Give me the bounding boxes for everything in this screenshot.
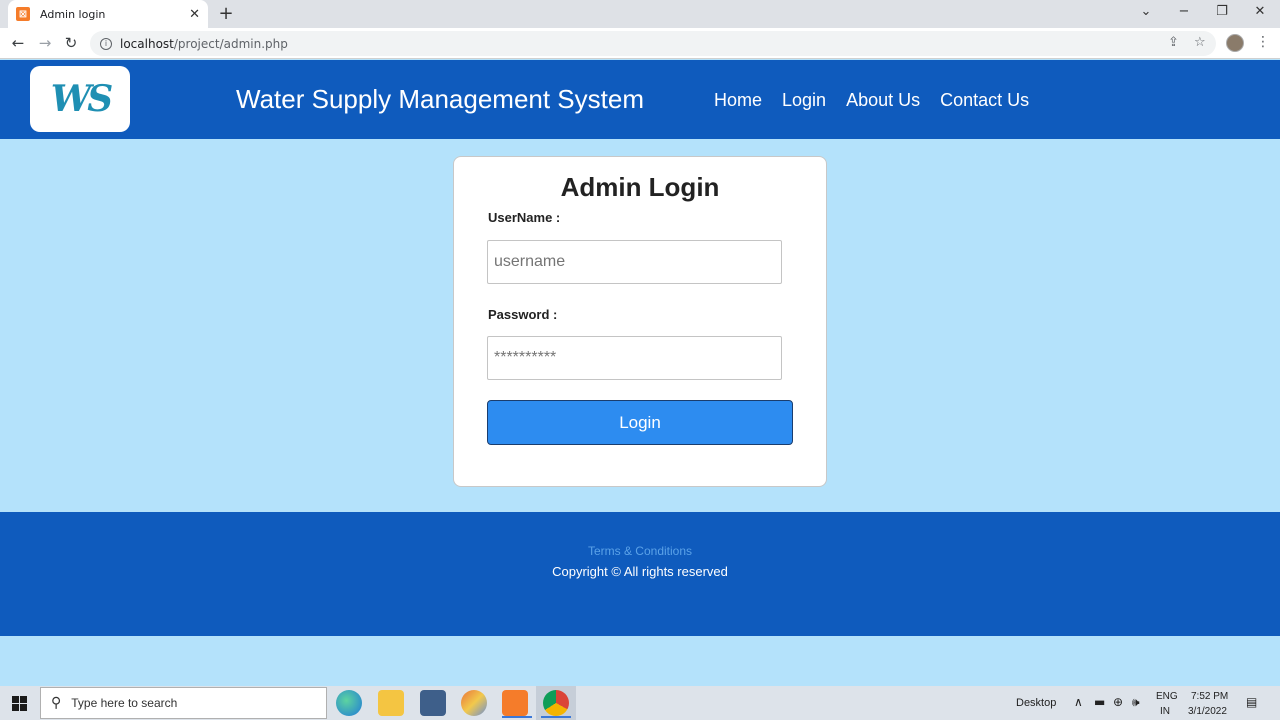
bookmark-star-icon[interactable]: ☆ xyxy=(1194,35,1206,50)
file-explorer-icon[interactable] xyxy=(378,690,404,716)
nav-home[interactable]: Home xyxy=(714,90,762,111)
xampp-app-icon[interactable] xyxy=(502,690,528,716)
nav-contact-us[interactable]: Contact Us xyxy=(940,90,1029,111)
password-input[interactable] xyxy=(487,336,782,380)
windows-taskbar: ⚲ Type here to search xyxy=(0,686,1280,720)
forward-arrow-icon[interactable]: → xyxy=(35,34,55,52)
chrome-app-icon[interactable] xyxy=(543,690,569,716)
restore-icon[interactable]: ❐ xyxy=(1212,4,1232,19)
url-host: localhost xyxy=(120,36,174,51)
chrome-running-indicator xyxy=(541,716,571,718)
search-icon: ⚲ xyxy=(51,695,62,711)
login-title: Admin Login xyxy=(560,172,720,202)
windows-start-icon[interactable] xyxy=(12,696,27,711)
nav-about-us[interactable]: About Us xyxy=(846,90,920,111)
profile-avatar[interactable] xyxy=(1226,34,1244,52)
site-footer: Terms & Conditions Copyright © All right… xyxy=(0,512,1280,636)
minimize-icon[interactable]: − xyxy=(1174,4,1194,19)
notification-icon[interactable]: ▤ xyxy=(1246,695,1257,709)
tab-search-chevron-icon[interactable]: ⌄ xyxy=(1136,4,1156,19)
main-nav: Home Login About Us Contact Us xyxy=(714,90,1029,111)
close-window-icon[interactable]: ✕ xyxy=(1250,4,1270,19)
tab-title: Admin login xyxy=(40,7,106,21)
xampp-favicon-icon: ⊠ xyxy=(16,7,30,21)
browser-tab[interactable]: ⊠ Admin login ✕ xyxy=(8,0,208,28)
app-window-icon[interactable] xyxy=(420,690,446,716)
share-icon[interactable]: ⇪ xyxy=(1168,35,1179,50)
close-tab-icon[interactable]: ✕ xyxy=(189,7,200,22)
login-card: Admin Login UserName : Password : Login xyxy=(453,156,827,487)
reload-icon[interactable]: ↻ xyxy=(61,34,81,52)
username-label: UserName : xyxy=(488,210,561,225)
language-line1[interactable]: ENG xyxy=(1156,691,1178,702)
terms-link[interactable]: Terms & Conditions xyxy=(0,544,1280,558)
browser-tab-bar: ⊠ Admin login ✕ + ⌄ − ❐ ✕ xyxy=(0,0,1280,28)
url-omnibox[interactable]: i localhost/project/admin.php ⇪ ☆ xyxy=(90,31,1216,56)
network-globe-icon[interactable]: ⊕ xyxy=(1113,695,1123,709)
browser-menu-icon[interactable]: ⋮ xyxy=(1256,34,1270,50)
url-text[interactable]: localhost/project/admin.php xyxy=(120,37,288,51)
site-logo[interactable]: WS xyxy=(30,66,130,132)
username-input[interactable] xyxy=(487,240,782,284)
clock-time[interactable]: 7:52 PM xyxy=(1191,691,1228,702)
taskbar-search-box[interactable]: ⚲ Type here to search xyxy=(40,687,327,719)
login-button[interactable]: Login xyxy=(487,400,793,445)
new-tab-icon[interactable]: + xyxy=(216,4,236,24)
desktop-label[interactable]: Desktop xyxy=(1016,697,1056,709)
paint-app-icon[interactable] xyxy=(461,690,487,716)
volume-icon[interactable]: 🕪 xyxy=(1132,695,1140,710)
site-header: WS Water Supply Management System Home L… xyxy=(0,60,1280,139)
language-line2[interactable]: IN xyxy=(1160,706,1170,717)
back-arrow-icon[interactable]: ← xyxy=(8,34,28,52)
battery-icon[interactable]: ▬ xyxy=(1094,695,1105,709)
nav-login[interactable]: Login xyxy=(782,90,826,111)
address-bar-row: ← → ↻ i localhost/project/admin.php ⇪ ☆ xyxy=(0,28,1280,59)
edge-browser-icon[interactable] xyxy=(336,690,362,716)
logo-text: WS xyxy=(50,78,113,120)
site-title: Water Supply Management System xyxy=(236,84,644,114)
password-label: Password : xyxy=(488,307,558,322)
url-path: /project/admin.php xyxy=(173,36,288,51)
clock-date[interactable]: 3/1/2022 xyxy=(1188,706,1227,717)
site-info-icon[interactable]: i xyxy=(100,37,112,50)
copyright-text: Copyright © All rights reserved xyxy=(552,564,728,579)
xampp-running-indicator xyxy=(502,716,532,718)
taskbar-search-placeholder: Type here to search xyxy=(71,696,178,710)
show-hidden-icons-icon[interactable]: ∧ xyxy=(1074,695,1083,709)
